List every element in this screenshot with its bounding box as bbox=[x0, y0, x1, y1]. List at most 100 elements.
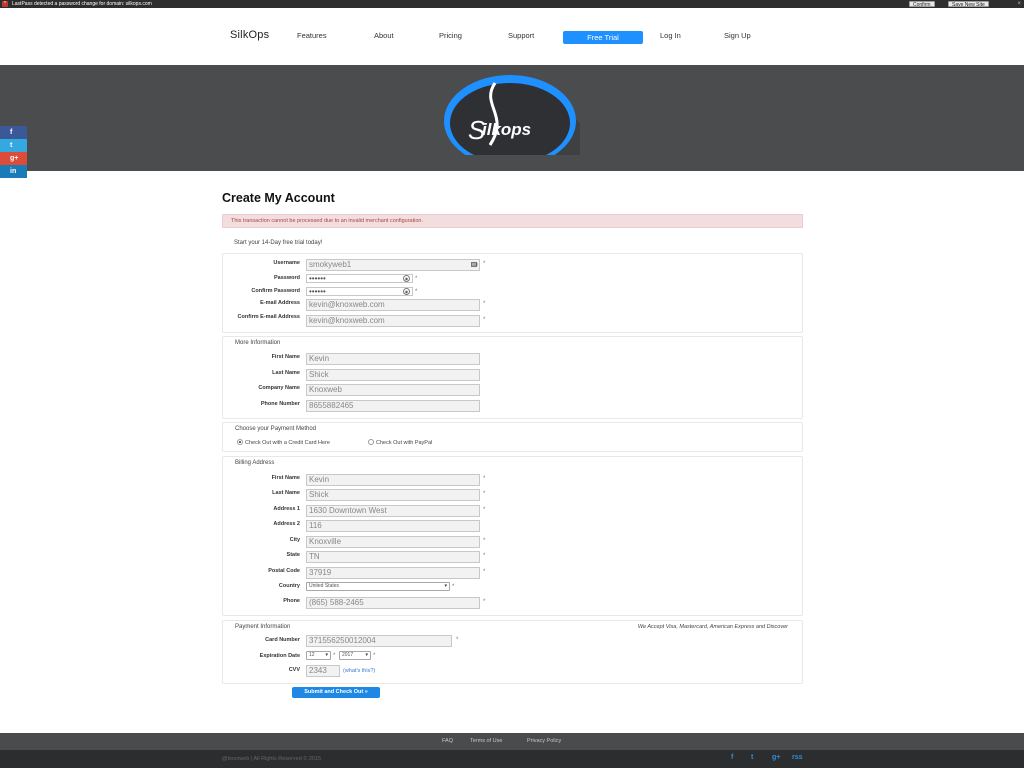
cvv-help-link[interactable]: (what's this?) bbox=[343, 668, 375, 674]
silkops-logo: ilkops S bbox=[444, 75, 580, 155]
confirm-button[interactable]: Confirm bbox=[909, 1, 935, 8]
username-input[interactable]: smokyweb1 ⌨ bbox=[306, 259, 480, 271]
city-label: City bbox=[289, 537, 300, 543]
state-label: State bbox=[286, 552, 300, 558]
country-select[interactable]: United States ▾ bbox=[306, 582, 450, 591]
facebook-icon[interactable]: f bbox=[731, 754, 733, 761]
lastpass-notification-bar: * LastPass detected a password change fo… bbox=[0, 0, 1024, 8]
postal-code-input[interactable]: 37919 bbox=[306, 567, 480, 579]
billing-first-name-input[interactable]: Kevin bbox=[306, 474, 480, 486]
country-label: Country bbox=[278, 583, 300, 589]
more-information-panel: More Information First Name Kevin Last N… bbox=[222, 336, 803, 419]
google-plus-icon[interactable]: g+ bbox=[772, 754, 780, 761]
linkedin-icon[interactable]: in bbox=[0, 165, 27, 178]
lastpass-message: LastPass detected a password change for … bbox=[12, 1, 152, 7]
confirm-email-input[interactable]: kevin@knoxweb.com bbox=[306, 315, 480, 327]
nav-item-login[interactable]: Log In bbox=[660, 31, 681, 40]
nav-item-pricing[interactable]: Pricing bbox=[439, 31, 462, 40]
billing-last-name-label: Last Name bbox=[272, 490, 300, 496]
confirm-password-label: Confirm Password bbox=[251, 288, 300, 294]
company-label: Company Name bbox=[258, 385, 300, 391]
show-password-icon[interactable]: ◉ bbox=[403, 275, 410, 282]
last-name-input[interactable]: Shick bbox=[306, 369, 480, 381]
chevron-down-icon: ▾ bbox=[444, 583, 447, 589]
address2-label: Address 2 bbox=[273, 521, 300, 527]
more-information-title: More Information bbox=[235, 340, 281, 346]
billing-address-title: Billing Address bbox=[235, 460, 275, 466]
first-name-label: First Name bbox=[271, 354, 300, 360]
city-input[interactable]: Knoxville bbox=[306, 536, 480, 548]
facebook-icon[interactable]: f bbox=[0, 126, 27, 139]
billing-last-name-input[interactable]: Shick bbox=[306, 489, 480, 501]
nav-item-features[interactable]: Features bbox=[297, 31, 327, 40]
address2-input[interactable]: 116 bbox=[306, 520, 480, 532]
last-name-label: Last Name bbox=[272, 370, 300, 376]
username-label: Username bbox=[273, 260, 300, 266]
company-input[interactable]: Knoxweb bbox=[306, 384, 480, 396]
chevron-down-icon: ▾ bbox=[325, 652, 328, 658]
confirm-password-input[interactable]: •••••• ◉ bbox=[306, 287, 413, 296]
billing-phone-label: Phone bbox=[283, 598, 300, 604]
error-alert: This transaction cannot be processed due… bbox=[222, 214, 803, 228]
footer-link-faq[interactable]: FAQ bbox=[442, 738, 453, 744]
logo-text: ilkops bbox=[482, 120, 531, 139]
nav-item-about[interactable]: About bbox=[374, 31, 394, 40]
twitter-icon[interactable]: t bbox=[0, 139, 27, 152]
billing-first-name-label: First Name bbox=[271, 475, 300, 481]
payment-information-panel: Payment Information We Accept Visa, Mast… bbox=[222, 620, 803, 684]
hero-banner: ilkops S bbox=[0, 65, 1024, 171]
email-input[interactable]: kevin@knoxweb.com bbox=[306, 299, 480, 311]
rss-icon[interactable]: rss bbox=[792, 754, 803, 761]
logo-initial: S bbox=[468, 115, 486, 145]
free-trial-button[interactable]: Free Trial bbox=[563, 31, 643, 44]
expiration-date-label: Expiration Date bbox=[259, 653, 300, 659]
google-plus-icon[interactable]: g+ bbox=[0, 152, 27, 165]
asterisk-icon: * bbox=[2, 1, 8, 7]
top-navigation: SilkOps Features About Pricing Support F… bbox=[0, 8, 1024, 65]
email-label: E-mail Address bbox=[260, 300, 300, 306]
chevron-down-icon: ▾ bbox=[365, 652, 368, 658]
card-number-input[interactable]: 371556250012004 bbox=[306, 635, 452, 647]
copyright-text: @knoxweb | All Rights Reserved © 2015 bbox=[222, 756, 322, 762]
expiration-year-select[interactable]: 2017 ▾ bbox=[339, 651, 371, 660]
cvv-label: CVV bbox=[288, 667, 300, 673]
brand-link[interactable]: SilkOps bbox=[230, 29, 269, 41]
footer-bottom-bar: @knoxweb | All Rights Reserved © 2015 f … bbox=[0, 750, 1024, 768]
nav-item-support[interactable]: Support bbox=[508, 31, 534, 40]
state-input[interactable]: TN bbox=[306, 551, 480, 563]
footer-link-privacy[interactable]: Privacy Policy bbox=[527, 738, 561, 744]
keyboard-icon[interactable]: ⌨ bbox=[471, 262, 478, 267]
billing-address-panel: Billing Address First Name Kevin * Last … bbox=[222, 456, 803, 616]
confirm-email-label: Confirm E-mail Address bbox=[237, 314, 300, 320]
password-label: Password bbox=[274, 275, 300, 281]
show-password-icon[interactable]: ◉ bbox=[403, 288, 410, 295]
cvv-input[interactable]: 2343 bbox=[306, 665, 340, 677]
nav-item-signup[interactable]: Sign Up bbox=[724, 31, 751, 40]
billing-phone-input[interactable]: (865) 588-2465 bbox=[306, 597, 480, 609]
password-input[interactable]: •••••• ◉ bbox=[306, 274, 413, 283]
submit-checkout-button[interactable]: Submit and Check Out » bbox=[292, 687, 380, 698]
page-title: Create My Account bbox=[222, 191, 335, 205]
phone-number-label: Phone Number bbox=[260, 401, 300, 407]
intro-text: Start your 14-Day free trial today! bbox=[234, 240, 323, 246]
expiration-month-select[interactable]: 12 ▾ bbox=[306, 651, 331, 660]
address1-input[interactable]: 1630 Downtown West bbox=[306, 505, 480, 517]
first-name-input[interactable]: Kevin bbox=[306, 353, 480, 365]
twitter-icon[interactable]: t bbox=[751, 754, 753, 761]
phone-number-input[interactable]: 8655882465 bbox=[306, 400, 480, 412]
footer-links-bar: FAQ Terms of Use Privacy Policy bbox=[0, 733, 1024, 750]
account-panel: Username smokyweb1 ⌨ * Password •••••• ◉ *… bbox=[222, 253, 803, 333]
credit-card-radio[interactable]: Check Out with a Credit Card Here bbox=[237, 439, 330, 446]
payment-method-panel: Choose your Payment Method Check Out wit… bbox=[222, 422, 803, 452]
paypal-radio[interactable]: Check Out with PayPal bbox=[368, 439, 432, 446]
postal-code-label: Postal Code bbox=[268, 568, 300, 574]
social-sidebar: f t g+ in bbox=[0, 126, 27, 178]
address1-label: Address 1 bbox=[273, 506, 300, 512]
close-icon[interactable]: × bbox=[1017, 0, 1021, 8]
payment-method-title: Choose your Payment Method bbox=[235, 426, 317, 432]
card-number-label: Card Number bbox=[265, 637, 300, 643]
footer-link-terms[interactable]: Terms of Use bbox=[470, 738, 502, 744]
payment-information-title: Payment Information bbox=[235, 624, 291, 630]
save-new-site-button[interactable]: Save New Site bbox=[948, 1, 989, 8]
accepted-cards-note: We Accept Visa, Mastercard, American Exp… bbox=[637, 624, 788, 630]
